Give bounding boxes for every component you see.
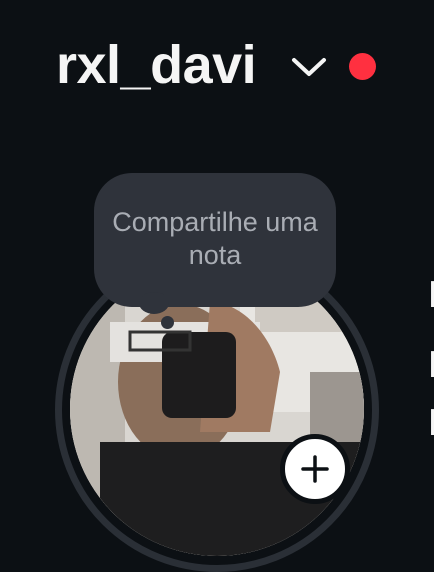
cropped-stats-edge: ▮ ▮ ▮	[428, 262, 434, 442]
notification-dot	[349, 53, 376, 80]
note-bubble[interactable]: Compartilhe uma nota	[94, 173, 336, 307]
plus-icon	[301, 455, 329, 483]
username[interactable]: rxl_davi	[56, 32, 257, 98]
note-prompt: Compartilhe uma nota	[112, 207, 318, 270]
note-bubble-tail-dot	[161, 316, 174, 329]
note-bubble-tail	[139, 292, 169, 314]
chevron-down-icon[interactable]	[290, 54, 328, 80]
add-story-button[interactable]	[280, 434, 350, 504]
profile-header: rxl_davi	[0, 28, 434, 102]
